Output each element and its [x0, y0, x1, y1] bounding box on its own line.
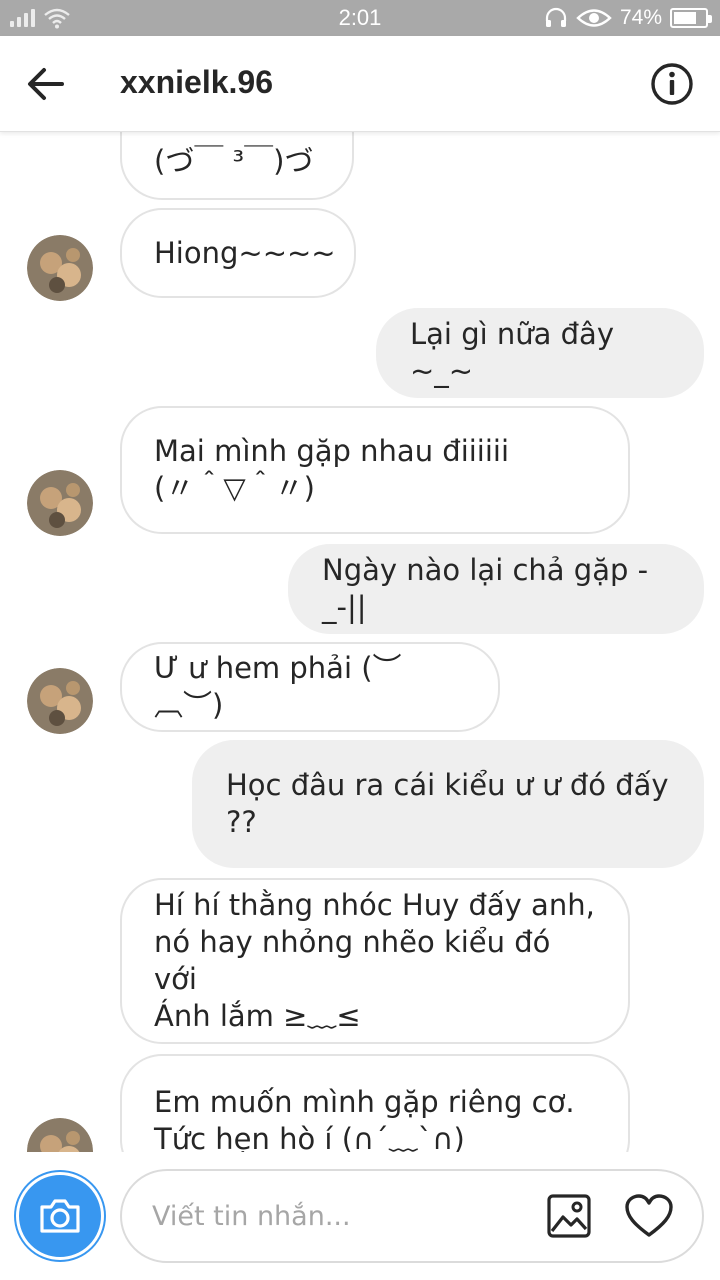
- info-circle-icon[interactable]: [650, 62, 694, 106]
- message-bubble-incoming[interactable]: Hí hí thằng nhóc Huy đấy anh, nó hay nhỏ…: [120, 878, 630, 1044]
- message-bubble-incoming[interactable]: (づ￣ ³￣)づ: [120, 132, 354, 200]
- avatar[interactable]: [27, 235, 93, 301]
- arrow-left-icon[interactable]: [22, 62, 70, 106]
- headset-icon: [545, 7, 567, 27]
- avatar[interactable]: [27, 1118, 93, 1152]
- message-bubble-incoming[interactable]: Hiong~~~~: [120, 208, 356, 298]
- message-thread[interactable]: (づ￣ ³￣)づ Hiong~~~~ Lại gì nữa đây ~_~ Ma…: [0, 132, 720, 1152]
- message-input[interactable]: [152, 1195, 532, 1237]
- message-bubble-outgoing[interactable]: Học đâu ra cái kiểu ư ư đó đấy ??: [192, 740, 704, 868]
- chat-username[interactable]: xxnielk.96: [120, 64, 273, 101]
- camera-icon: [40, 1199, 80, 1233]
- message-bubble-incoming[interactable]: Em muốn mình gặp riêng cơ. Tức hẹn hò í …: [120, 1054, 630, 1152]
- message-bubble-outgoing[interactable]: Ngày nào lại chả gặp -_-||: [288, 544, 704, 634]
- avatar[interactable]: [27, 470, 93, 536]
- eye-icon: [576, 9, 612, 27]
- avatar[interactable]: [27, 668, 93, 734]
- gallery-image-icon[interactable]: [546, 1193, 592, 1239]
- battery-icon: [670, 8, 712, 28]
- heart-icon[interactable]: [624, 1193, 674, 1239]
- battery-percent: 74%: [619, 6, 662, 29]
- battery-level: [674, 12, 697, 24]
- message-bubble-incoming[interactable]: Ư ư hem phải (︶︹︶): [120, 642, 500, 732]
- message-bubble-outgoing[interactable]: Lại gì nữa đây ~_~: [376, 308, 704, 398]
- message-input-container[interactable]: [120, 1169, 704, 1263]
- status-bar: 2:01 74%: [0, 0, 720, 36]
- camera-button[interactable]: [16, 1172, 104, 1260]
- message-composer: [0, 1152, 720, 1280]
- status-right: 74%: [544, 5, 712, 31]
- message-bubble-incoming[interactable]: Mai mình gặp nhau điiiiii (〃＾▽＾〃): [120, 406, 630, 534]
- chat-header: xxnielk.96: [0, 36, 720, 132]
